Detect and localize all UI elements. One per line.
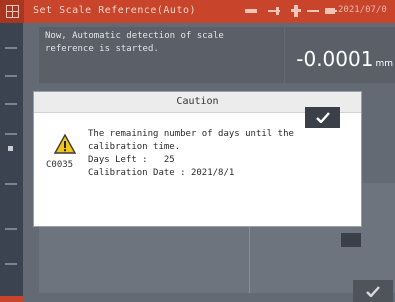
toolbar-item[interactable] xyxy=(5,133,17,135)
toolbar-item[interactable] xyxy=(5,263,17,265)
connection-icon xyxy=(307,10,319,12)
background-confirm-button[interactable] xyxy=(353,280,393,302)
toolbar-item[interactable] xyxy=(5,75,17,77)
signal-icon xyxy=(245,9,257,13)
status-message-line1: Now, Automatic detection of scale xyxy=(45,31,224,41)
toolbar-item[interactable] xyxy=(5,103,17,105)
measurement-panel: -0.0001 mm xyxy=(285,27,395,83)
dialog-message-line2: calibration time. xyxy=(88,142,181,152)
window-title: Set Scale Reference(Auto) xyxy=(33,5,197,16)
measurement-value: -0.0001 xyxy=(296,47,374,71)
toolbar-active-marker xyxy=(0,296,23,302)
confirm-button[interactable] xyxy=(305,107,340,128)
menu-button[interactable] xyxy=(0,0,24,23)
left-toolbar xyxy=(0,23,23,302)
days-left-text: Days Left : 25 xyxy=(88,155,175,165)
usb-icon xyxy=(291,5,301,17)
link-icon xyxy=(268,7,280,15)
status-message-panel: Now, Automatic detection of scale refere… xyxy=(39,27,284,83)
battery-icon xyxy=(325,8,337,14)
indicator-box xyxy=(341,233,361,247)
dialog-message: The remaining number of days until the c… xyxy=(88,128,294,180)
toolbar-item[interactable] xyxy=(5,183,17,185)
calibration-date-text: Calibration Date : 2021/8/1 xyxy=(88,168,235,178)
check-icon xyxy=(315,112,330,123)
dialog-message-line1: The remaining number of days until the xyxy=(88,129,294,139)
status-message-line2: reference is started. xyxy=(45,44,159,54)
toolbar-item[interactable] xyxy=(5,228,17,230)
warning-icon xyxy=(54,134,76,154)
check-icon xyxy=(366,285,380,297)
toolbar-item[interactable] xyxy=(5,47,17,49)
error-code: C0035 xyxy=(46,160,74,170)
title-bar: Set Scale Reference(Auto) 2021/07/0 xyxy=(0,0,395,23)
app-window: Set Scale Reference(Auto) 2021/07/0 Now,… xyxy=(0,0,395,302)
datetime-label: 2021/07/0 xyxy=(338,5,387,15)
measurement-readout: -0.0001 mm xyxy=(296,47,393,71)
toolbar-indicator xyxy=(8,146,13,151)
measurement-unit: mm xyxy=(375,59,393,69)
menu-grid-icon xyxy=(5,5,19,18)
